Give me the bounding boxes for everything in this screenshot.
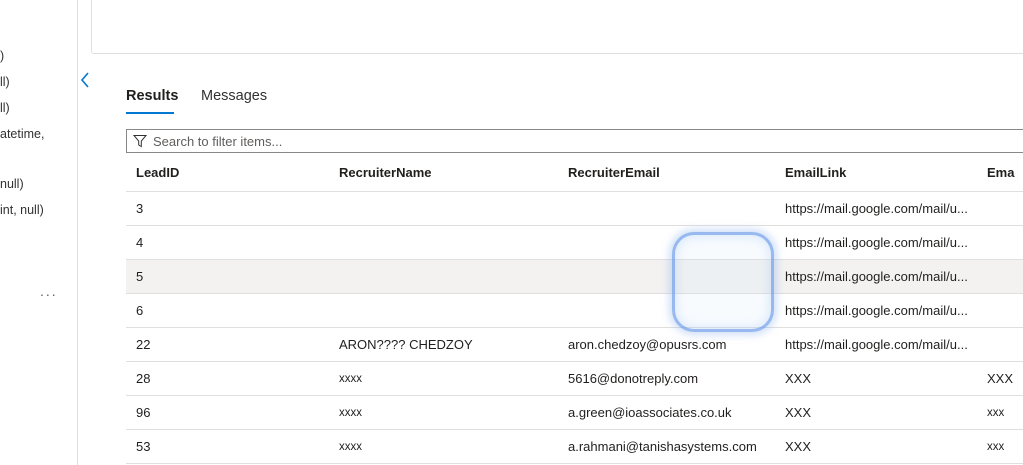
- cell-recruitername[interactable]: xxxx: [339, 430, 549, 463]
- chevron-left-icon: [80, 72, 89, 88]
- cell-emaillink[interactable]: XXX: [785, 396, 995, 429]
- cell-emaillink[interactable]: XXX: [785, 362, 995, 395]
- cell-recruiteremail[interactable]: a.rahmani@tanishasystems.com: [568, 430, 773, 463]
- more-options-button[interactable]: ...: [40, 283, 58, 299]
- cell-ema[interactable]: [987, 192, 1023, 225]
- active-tab-indicator: [126, 112, 174, 114]
- tree-line[interactable]: ll): [0, 75, 10, 89]
- cell-recruiteremail[interactable]: 5616@donotreply.com: [568, 362, 773, 395]
- cell-recruiteremail[interactable]: [568, 294, 773, 327]
- cell-ema[interactable]: XXX: [987, 362, 1023, 395]
- cell-leadid[interactable]: 3: [136, 192, 336, 225]
- tree-line[interactable]: ll): [0, 101, 10, 115]
- table-row[interactable]: 28 xxxx 5616@donotreply.com XXX XXX: [126, 362, 1023, 396]
- cell-emaillink[interactable]: https://mail.google.com/mail/u...: [785, 294, 995, 327]
- table-row[interactable]: 22 ARON???? CHEDZOY aron.chedzoy@opusrs.…: [126, 328, 1023, 362]
- query-editor[interactable]: [91, 0, 1023, 54]
- table-row[interactable]: 3 https://mail.google.com/mail/u...: [126, 192, 1023, 226]
- filter-input[interactable]: [153, 130, 1013, 152]
- tab-messages[interactable]: Messages: [201, 88, 267, 104]
- cell-recruitername[interactable]: [339, 260, 549, 293]
- column-header-recruitername[interactable]: RecruiterName: [339, 154, 549, 191]
- results-grid: LeadID RecruiterName RecruiterEmail Emai…: [126, 154, 1023, 464]
- cell-recruitername[interactable]: xxxx: [339, 396, 549, 429]
- cell-recruiteremail[interactable]: a.green@ioassociates.co.uk: [568, 396, 773, 429]
- column-header-recruiteremail[interactable]: RecruiterEmail: [568, 154, 773, 191]
- chevron-left-icon[interactable]: [80, 72, 94, 90]
- cell-leadid[interactable]: 28: [136, 362, 336, 395]
- table-row-selected[interactable]: 5 https://mail.google.com/mail/u...: [126, 260, 1023, 294]
- cell-recruitername[interactable]: xxxx: [339, 362, 549, 395]
- cell-leadid[interactable]: 5: [136, 260, 336, 293]
- cell-recruitername[interactable]: [339, 294, 549, 327]
- cell-ema[interactable]: xxx: [987, 396, 1023, 429]
- table-row[interactable]: 4 https://mail.google.com/mail/u...: [126, 226, 1023, 260]
- cell-ema[interactable]: [987, 328, 1023, 361]
- cell-recruiteremail[interactable]: aron.chedzoy@opusrs.com: [568, 328, 773, 361]
- cell-ema[interactable]: [987, 260, 1023, 293]
- table-row[interactable]: 6 https://mail.google.com/mail/u...: [126, 294, 1023, 328]
- cell-leadid[interactable]: 96: [136, 396, 336, 429]
- cell-emaillink[interactable]: https://mail.google.com/mail/u...: [785, 226, 995, 259]
- cell-emaillink[interactable]: XXX: [785, 430, 995, 463]
- tree-line[interactable]: null): [0, 177, 24, 191]
- cell-ema[interactable]: [987, 226, 1023, 259]
- cell-ema[interactable]: [987, 294, 1023, 327]
- cell-ema[interactable]: xxx: [987, 430, 1023, 463]
- cell-emaillink[interactable]: https://mail.google.com/mail/u...: [785, 260, 995, 293]
- cell-recruiteremail[interactable]: [568, 260, 773, 293]
- cell-leadid[interactable]: 53: [136, 430, 336, 463]
- cell-recruitername[interactable]: [339, 192, 549, 225]
- schema-tree-pane: ) ll) ll) atetime, null) int, null) ...: [0, 0, 77, 465]
- cell-leadid[interactable]: 22: [136, 328, 336, 361]
- cell-recruitername[interactable]: ARON???? CHEDZOY: [339, 328, 549, 361]
- tree-line[interactable]: int, null): [0, 203, 44, 217]
- cell-emaillink[interactable]: https://mail.google.com/mail/u...: [785, 192, 995, 225]
- table-row[interactable]: 96 xxxx a.green@ioassociates.co.uk XXX x…: [126, 396, 1023, 430]
- cell-leadid[interactable]: 6: [136, 294, 336, 327]
- tree-line[interactable]: ): [0, 49, 4, 63]
- tree-line[interactable]: atetime,: [0, 127, 44, 141]
- grid-header: LeadID RecruiterName RecruiterEmail Emai…: [126, 154, 1023, 192]
- cell-recruiteremail[interactable]: [568, 192, 773, 225]
- column-header-ema[interactable]: Ema: [987, 154, 1023, 191]
- filter-box[interactable]: [126, 129, 1023, 153]
- column-header-leadid[interactable]: LeadID: [136, 154, 336, 191]
- cell-leadid[interactable]: 4: [136, 226, 336, 259]
- cell-recruitername[interactable]: [339, 226, 549, 259]
- column-header-emaillink[interactable]: EmailLink: [785, 154, 995, 191]
- table-row[interactable]: 53 xxxx a.rahmani@tanishasystems.com XXX…: [126, 430, 1023, 464]
- pane-divider[interactable]: [77, 0, 78, 465]
- cell-recruiteremail[interactable]: [568, 226, 773, 259]
- filter-icon: [133, 135, 147, 148]
- cell-emaillink[interactable]: https://mail.google.com/mail/u...: [785, 328, 995, 361]
- tab-results[interactable]: Results: [126, 88, 178, 104]
